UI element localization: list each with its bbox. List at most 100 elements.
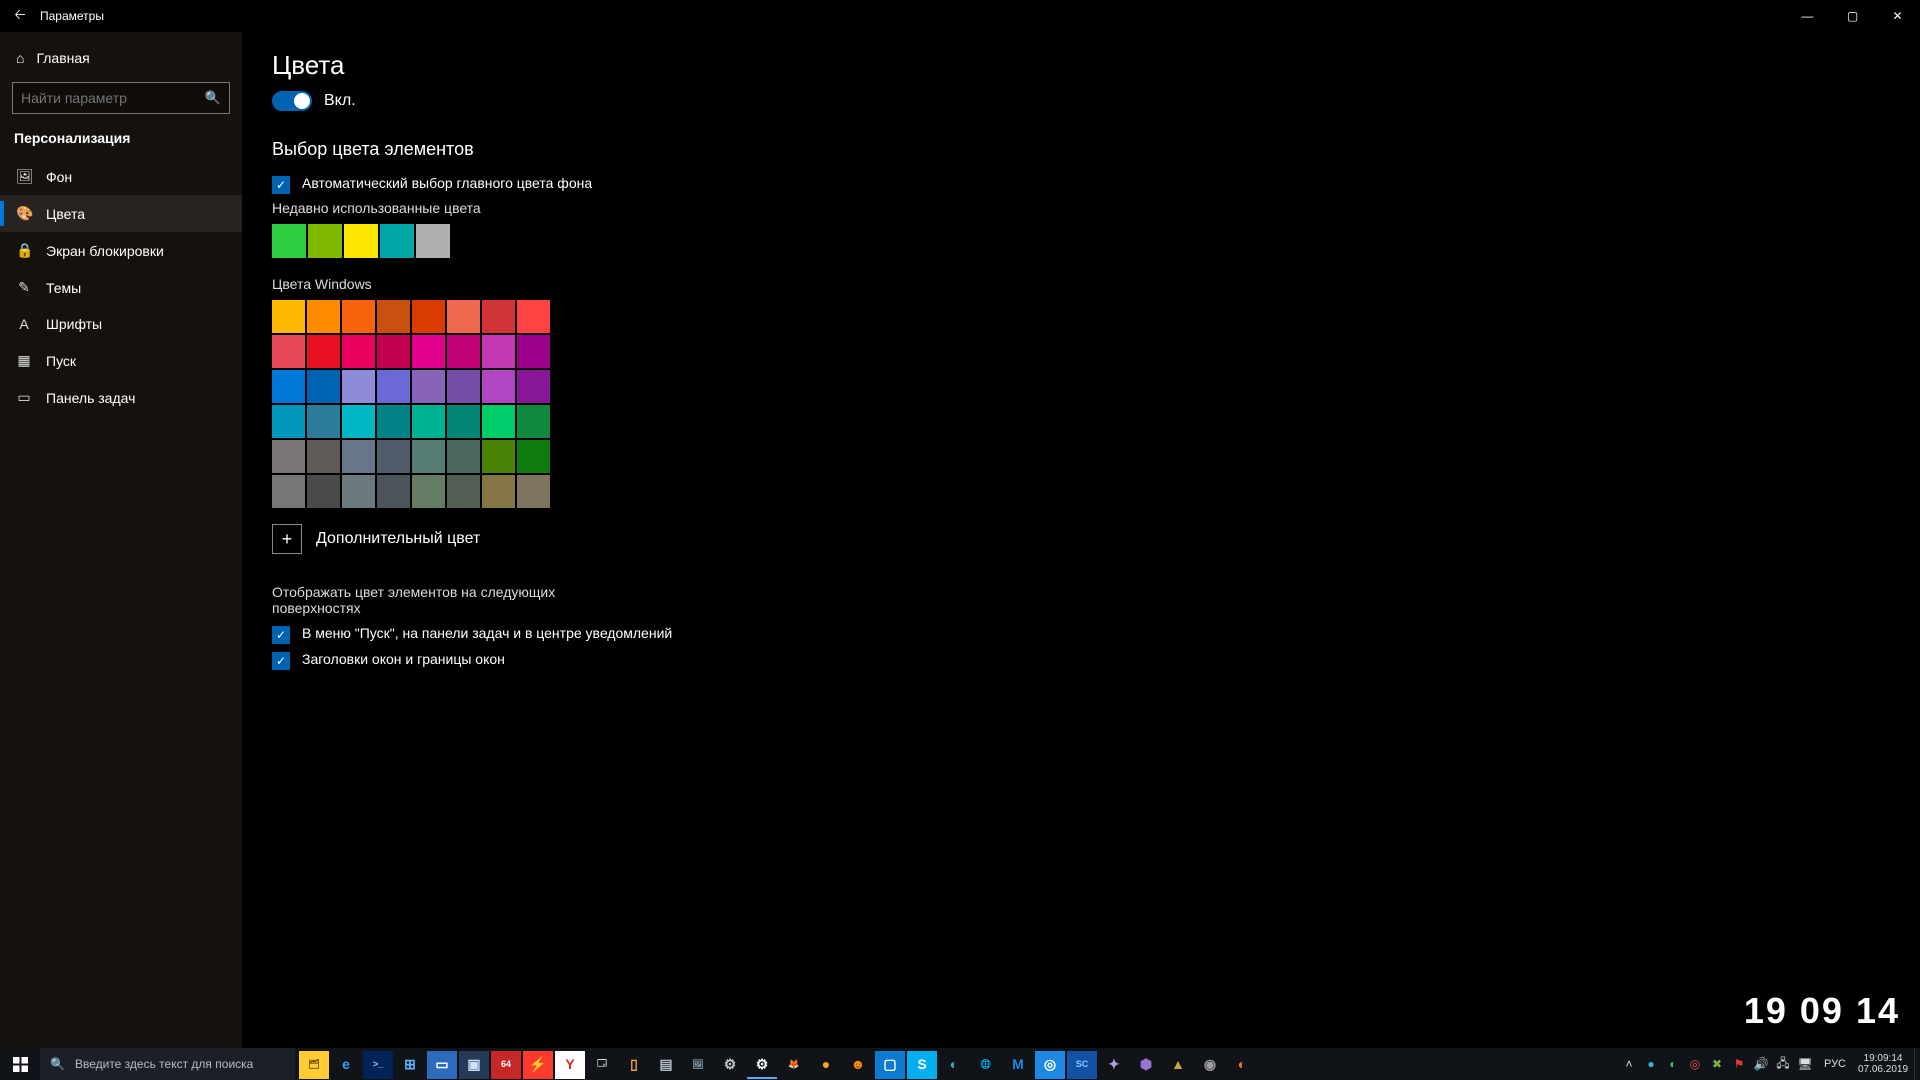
tray-network[interactable]: 🖧 bbox=[1774, 1055, 1792, 1073]
windows-color-3-0[interactable] bbox=[272, 405, 305, 438]
taskbar-app-powershell[interactable]: >_ bbox=[363, 1051, 393, 1079]
taskbar-app-app-6[interactable]: ▣ bbox=[459, 1051, 489, 1079]
taskbar-app-settings[interactable]: ⚙ bbox=[747, 1051, 777, 1079]
windows-color-3-1[interactable] bbox=[307, 405, 340, 438]
taskbar-app-app-14[interactable]: ⚙ bbox=[715, 1051, 745, 1079]
recent-color-3[interactable] bbox=[380, 224, 414, 258]
sidebar-item-5[interactable]: ▦Пуск bbox=[0, 342, 242, 379]
windows-color-3-6[interactable] bbox=[482, 405, 515, 438]
maximize-button[interactable]: ▢ bbox=[1830, 0, 1875, 32]
windows-color-2-0[interactable] bbox=[272, 370, 305, 403]
close-button[interactable]: ✕ bbox=[1875, 0, 1920, 32]
taskbar-app-app-17[interactable]: ● bbox=[811, 1051, 841, 1079]
windows-color-1-7[interactable] bbox=[517, 335, 550, 368]
taskbar-app-app-27[interactable]: ⬢ bbox=[1131, 1051, 1161, 1079]
taskbar-app-app-12[interactable]: ▤ bbox=[651, 1051, 681, 1079]
taskbar-app-edge[interactable]: e bbox=[331, 1051, 361, 1079]
windows-color-5-3[interactable] bbox=[377, 475, 410, 508]
home-button[interactable]: ⌂ Главная bbox=[0, 40, 242, 76]
windows-color-1-4[interactable] bbox=[412, 335, 445, 368]
windows-color-1-1[interactable] bbox=[307, 335, 340, 368]
windows-color-4-4[interactable] bbox=[412, 440, 445, 473]
taskbar-app-app-24[interactable]: ◎ bbox=[1035, 1051, 1065, 1079]
windows-color-2-1[interactable] bbox=[307, 370, 340, 403]
windows-color-2-6[interactable] bbox=[482, 370, 515, 403]
sidebar-item-3[interactable]: ✎Темы bbox=[0, 269, 242, 306]
search-box[interactable]: 🔍 bbox=[12, 82, 230, 114]
taskbar-app-app-18[interactable]: ☻ bbox=[843, 1051, 873, 1079]
recent-color-0[interactable] bbox=[272, 224, 306, 258]
windows-color-5-5[interactable] bbox=[447, 475, 480, 508]
windows-color-3-5[interactable] bbox=[447, 405, 480, 438]
taskbar-app-firefox[interactable]: 🦊 bbox=[779, 1051, 809, 1079]
windows-color-5-0[interactable] bbox=[272, 475, 305, 508]
windows-color-5-4[interactable] bbox=[412, 475, 445, 508]
transparency-toggle[interactable] bbox=[272, 91, 312, 111]
windows-color-4-0[interactable] bbox=[272, 440, 305, 473]
taskbar-app-store[interactable]: ⊞ bbox=[395, 1051, 425, 1079]
surface-start-checkbox[interactable]: ✓ bbox=[272, 626, 290, 644]
windows-color-0-7[interactable] bbox=[517, 300, 550, 333]
windows-color-2-2[interactable] bbox=[342, 370, 375, 403]
tray-tray-6[interactable]: ⚑ bbox=[1730, 1055, 1748, 1073]
taskbar-app-skype[interactable]: S bbox=[907, 1051, 937, 1079]
windows-color-1-2[interactable] bbox=[342, 335, 375, 368]
windows-color-4-6[interactable] bbox=[482, 440, 515, 473]
windows-color-3-4[interactable] bbox=[412, 405, 445, 438]
windows-color-5-7[interactable] bbox=[517, 475, 550, 508]
minimize-button[interactable]: — bbox=[1785, 0, 1830, 32]
windows-color-2-7[interactable] bbox=[517, 370, 550, 403]
taskbar-app-app-11[interactable]: ▯ bbox=[619, 1051, 649, 1079]
taskbar-app-yandex[interactable]: Y bbox=[555, 1051, 585, 1079]
back-button[interactable]: 🡠 bbox=[0, 4, 40, 28]
windows-color-5-2[interactable] bbox=[342, 475, 375, 508]
tray-tray-9[interactable]: 🖥 bbox=[1796, 1055, 1814, 1073]
show-desktop-button[interactable] bbox=[1914, 1048, 1920, 1080]
taskbar-app-browser[interactable]: 🌐 bbox=[971, 1051, 1001, 1079]
windows-color-4-7[interactable] bbox=[517, 440, 550, 473]
taskbar-app-app-29[interactable]: ◉ bbox=[1195, 1051, 1225, 1079]
recent-color-2[interactable] bbox=[344, 224, 378, 258]
windows-color-0-0[interactable] bbox=[272, 300, 305, 333]
language-indicator[interactable]: РУС bbox=[1818, 1048, 1852, 1080]
windows-color-0-6[interactable] bbox=[482, 300, 515, 333]
windows-color-3-2[interactable] bbox=[342, 405, 375, 438]
taskbar-app-app-8[interactable]: ⚡ bbox=[523, 1051, 553, 1079]
tray-tray-2[interactable]: ● bbox=[1642, 1055, 1660, 1073]
windows-color-0-1[interactable] bbox=[307, 300, 340, 333]
tray-tray-5[interactable]: ✖ bbox=[1708, 1055, 1726, 1073]
sidebar-item-0[interactable]: 🖼Фон bbox=[0, 158, 242, 195]
windows-color-2-5[interactable] bbox=[447, 370, 480, 403]
taskbar-app-explorer[interactable]: 🗂 bbox=[299, 1051, 329, 1079]
taskbar-search[interactable]: 🔍 Введите здесь текст для поиска bbox=[40, 1048, 295, 1080]
recent-color-1[interactable] bbox=[308, 224, 342, 258]
taskbar-app-app-28[interactable]: ▲ bbox=[1163, 1051, 1193, 1079]
windows-color-5-1[interactable] bbox=[307, 475, 340, 508]
tray-volume[interactable]: 🔊 bbox=[1752, 1055, 1770, 1073]
sidebar-item-6[interactable]: ▭Панель задач bbox=[0, 379, 242, 416]
taskbar-app-app-10[interactable]: 🗔 bbox=[587, 1051, 617, 1079]
sidebar-item-4[interactable]: AШрифты bbox=[0, 306, 242, 342]
tray-tray-3[interactable]: ◐ bbox=[1664, 1055, 1682, 1073]
search-input[interactable] bbox=[21, 90, 205, 106]
start-button[interactable] bbox=[0, 1048, 40, 1080]
tray-tray-4[interactable]: ◎ bbox=[1686, 1055, 1704, 1073]
taskbar-app-app-23[interactable]: M bbox=[1003, 1051, 1033, 1079]
windows-color-2-3[interactable] bbox=[377, 370, 410, 403]
taskbar-app-aida64[interactable]: 64 bbox=[491, 1051, 521, 1079]
windows-color-1-6[interactable] bbox=[482, 335, 515, 368]
windows-color-4-5[interactable] bbox=[447, 440, 480, 473]
tray-tray-overflow[interactable]: ˄ bbox=[1620, 1055, 1638, 1073]
surface-title-checkbox[interactable]: ✓ bbox=[272, 652, 290, 670]
sidebar-item-2[interactable]: 🔒Экран блокировки bbox=[0, 232, 242, 269]
windows-color-4-1[interactable] bbox=[307, 440, 340, 473]
windows-color-1-3[interactable] bbox=[377, 335, 410, 368]
windows-color-4-3[interactable] bbox=[377, 440, 410, 473]
custom-color-button[interactable]: + Дополнительный цвет bbox=[272, 524, 1890, 554]
taskbar-app-photos[interactable]: 🖼 bbox=[683, 1051, 713, 1079]
taskbar-app-app-30[interactable]: ◐ bbox=[1227, 1051, 1257, 1079]
windows-color-1-0[interactable] bbox=[272, 335, 305, 368]
windows-color-3-3[interactable] bbox=[377, 405, 410, 438]
recent-color-4[interactable] bbox=[416, 224, 450, 258]
windows-color-5-6[interactable] bbox=[482, 475, 515, 508]
